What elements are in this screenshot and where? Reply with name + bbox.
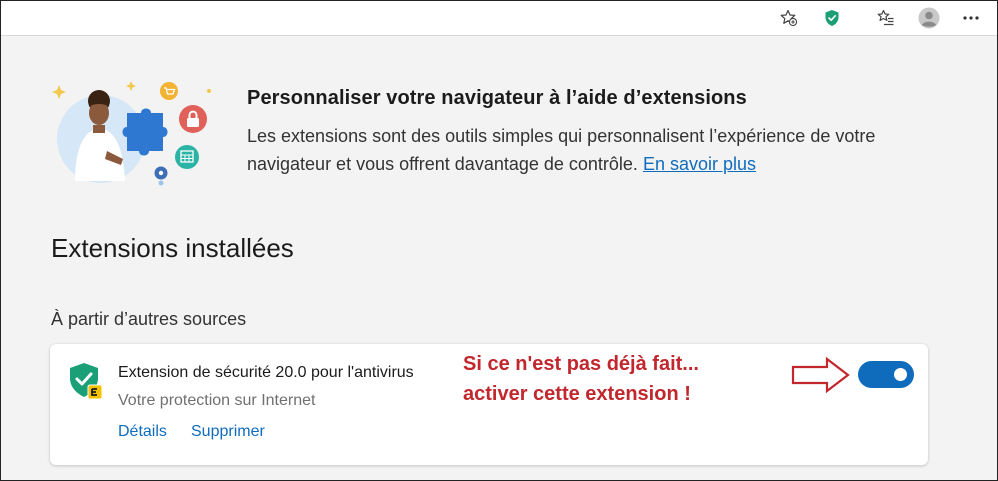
hero-text-block: Personnaliser votre navigateur à l’aide … <box>247 87 947 178</box>
hero-description: Les extensions sont des outils simples q… <box>247 122 947 178</box>
browser-toolbar <box>1 1 997 36</box>
antivirus-shield-icon <box>68 361 104 401</box>
annotation-note: Si ce n'est pas déjà fait... activer cet… <box>463 349 763 409</box>
toggle-knob <box>894 368 907 381</box>
hero-description-line1: Les extensions sont des outils simples q… <box>247 126 876 146</box>
extension-description: Votre protection sur Internet <box>118 392 316 409</box>
hero-description-line2: navigateur et vous offrent davantage de … <box>247 154 638 174</box>
hero-title: Personnaliser votre navigateur à l’aide … <box>247 87 747 109</box>
more-menu-icon[interactable] <box>957 4 985 32</box>
annotation-arrow-icon <box>791 356 851 394</box>
favorites-add-icon[interactable] <box>775 4 803 32</box>
collections-icon[interactable] <box>872 4 900 32</box>
details-link[interactable]: Détails <box>118 423 167 441</box>
shield-extension-icon[interactable] <box>818 4 846 32</box>
annotation-line2: activer cette extension ! <box>463 383 691 405</box>
installed-extensions-heading: Extensions installées <box>51 233 294 263</box>
annotation-line1: Si ce n'est pas déjà fait... <box>463 353 699 375</box>
profile-avatar-icon[interactable] <box>915 4 943 32</box>
extensions-illustration <box>49 71 219 191</box>
remove-link[interactable]: Supprimer <box>191 423 265 441</box>
other-sources-heading: À partir d’autres sources <box>51 309 247 329</box>
learn-more-link[interactable]: En savoir plus <box>643 154 756 174</box>
browser-window: Personnaliser votre navigateur à l’aide … <box>0 0 998 481</box>
extension-enable-toggle[interactable] <box>858 361 914 388</box>
extension-name: Extension de sécurité 20.0 pour l'antivi… <box>118 364 414 381</box>
